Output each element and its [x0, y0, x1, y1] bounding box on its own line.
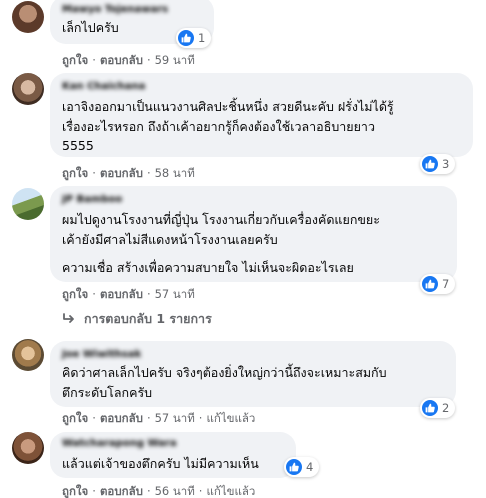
like-link[interactable]: ถูกใจ — [62, 484, 88, 498]
reply-link[interactable]: ตอบกลับ — [100, 484, 143, 498]
reaction-summary[interactable]: 7 — [420, 274, 456, 294]
edited-label: แก้ไขแล้ว — [206, 411, 256, 425]
reaction-summary[interactable]: 2 — [420, 398, 456, 418]
comment-text-line: ตึกระดับโลกครับ — [62, 385, 153, 400]
reaction-count: 3 — [442, 157, 450, 171]
comment-bubble: Joe Wiwithsak คิดว่าศาลเล็กไปครับ จริงๆต… — [50, 341, 456, 407]
reaction-count: 2 — [442, 401, 450, 415]
thumbs-up-icon — [422, 156, 438, 172]
reaction-count: 4 — [306, 460, 314, 474]
comment-meta: ถูกใจ · ตอบกลับ · 57 นาที — [62, 287, 195, 301]
like-link[interactable]: ถูกใจ — [62, 53, 88, 67]
reply-arrow-icon — [63, 313, 74, 323]
avatar[interactable] — [12, 432, 44, 464]
view-replies-label: การตอบกลับ 1 รายการ — [84, 311, 212, 326]
thumbs-up-icon — [178, 30, 194, 46]
comment-bubble: Watcharapong Wara แล้วแต่เจ้าของตึกครับ … — [50, 432, 296, 478]
edited-label: แก้ไขแล้ว — [206, 484, 256, 498]
reaction-summary[interactable]: 1 — [176, 28, 212, 48]
comment-time[interactable]: 56 นาที — [155, 484, 195, 498]
comment-author[interactable]: Watcharapong Wara — [62, 438, 177, 449]
comment-text-line: เอาจิงออกมาเป็นแนวงานศิลปะชิ้นหนึ่ง สวยด… — [62, 99, 394, 114]
thumbs-up-icon — [422, 276, 438, 292]
reaction-count: 1 — [198, 31, 206, 45]
reaction-count: 7 — [442, 277, 450, 291]
comment-bubble: Kan Chaichana เอาจิงออกมาเป็นแนวงานศิลปะ… — [50, 73, 473, 157]
comment-text-line: ความเชื่อ สร้างเพื่อความสบายใจ ไม่เห็นจะ… — [62, 260, 354, 275]
reply-link[interactable]: ตอบกลับ — [100, 166, 143, 180]
comment-meta: ถูกใจ · ตอบกลับ · 58 นาที — [62, 166, 195, 180]
like-link[interactable]: ถูกใจ — [62, 411, 88, 425]
avatar[interactable] — [12, 339, 44, 371]
comment-time[interactable]: 57 นาที — [155, 411, 195, 425]
comment-time[interactable]: 57 นาที — [155, 287, 195, 301]
comment-author[interactable]: Kan Chaichana — [62, 81, 145, 92]
avatar[interactable] — [12, 73, 44, 105]
comment-text-line: เค้ายังมีศาลไม่สีแดงหน้าโรงงานเลยครับ — [62, 232, 278, 247]
view-replies-link[interactable]: การตอบกลับ 1 รายการ — [62, 309, 212, 329]
comment-text-line: 5555 — [62, 138, 94, 153]
comment-time[interactable]: 59 นาที — [155, 53, 195, 67]
reaction-summary[interactable]: 3 — [420, 154, 456, 174]
comment-text-line: ผมไปดูงานโรงงานที่ญี่ปุ่น โรงงานเกี่ยวกั… — [62, 212, 380, 227]
comment-meta: ถูกใจ · ตอบกลับ · 59 นาที — [62, 53, 195, 67]
reaction-summary[interactable]: 4 — [284, 457, 320, 477]
thumbs-up-icon — [286, 459, 302, 475]
comment-text-line: คิดว่าศาลเล็กไปครับ จริงๆต้องยิ่งใหญ่กว่… — [62, 365, 387, 380]
avatar[interactable] — [12, 188, 44, 220]
comment-author[interactable]: Joe Wiwithsak — [62, 349, 141, 360]
avatar[interactable] — [12, 1, 44, 33]
comment-meta: ถูกใจ · ตอบกลับ · 56 นาที · แก้ไขแล้ว — [62, 484, 256, 498]
thumbs-up-icon — [422, 400, 438, 416]
like-link[interactable]: ถูกใจ — [62, 287, 88, 301]
reply-link[interactable]: ตอบกลับ — [100, 411, 143, 425]
comment-author[interactable]: Mawyo Tojenawars — [62, 4, 168, 15]
comment-text-line: เล็กไปครับ — [62, 20, 119, 35]
comment-text-line: แล้วแต่เจ้าของตึกครับ ไม่มีความเห็น — [62, 456, 259, 471]
comment-time[interactable]: 58 นาที — [155, 166, 195, 180]
comment-text-line: เรื่องอะไรหรอก ถึงถ้าเค้าอยากรู้ก็คงต้อง… — [62, 119, 375, 134]
like-link[interactable]: ถูกใจ — [62, 166, 88, 180]
reply-link[interactable]: ตอบกลับ — [100, 287, 143, 301]
comment-author[interactable]: JP Bamboo — [62, 194, 122, 205]
reply-link[interactable]: ตอบกลับ — [100, 53, 143, 67]
comment-meta: ถูกใจ · ตอบกลับ · 57 นาที · แก้ไขแล้ว — [62, 411, 256, 425]
comment-bubble: JP Bamboo ผมไปดูงานโรงงานที่ญี่ปุ่น โรงง… — [50, 186, 457, 282]
